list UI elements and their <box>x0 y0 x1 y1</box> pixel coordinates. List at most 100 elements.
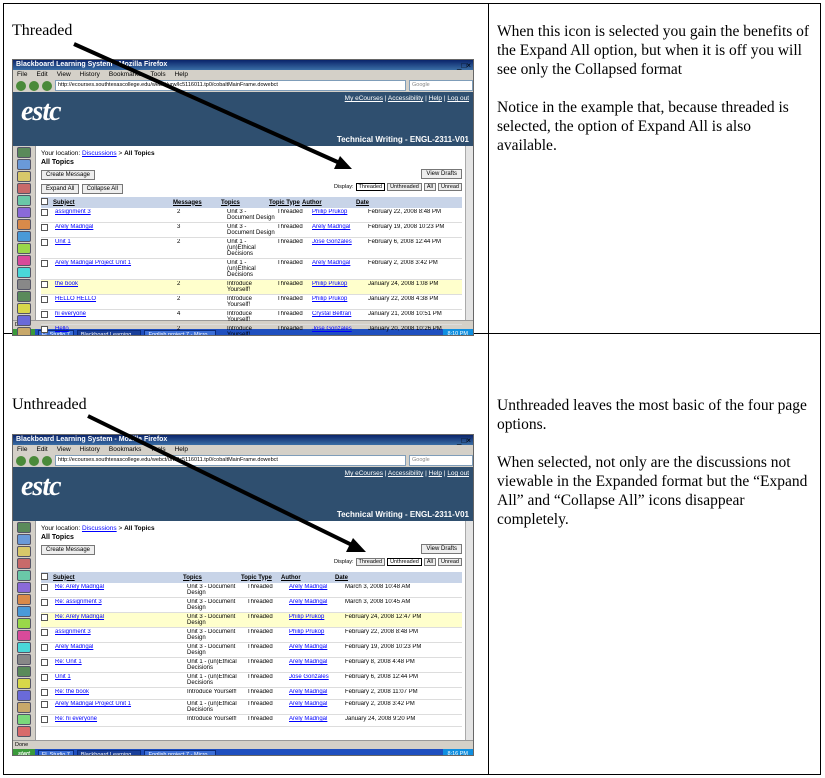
sidebar-tool-icon[interactable] <box>17 291 31 302</box>
menu-item-history[interactable]: History <box>80 71 100 78</box>
author-link[interactable]: Philip Prukop <box>289 614 345 626</box>
author-link[interactable]: Philip Prukop <box>289 629 345 641</box>
view-drafts-button[interactable]: View Drafts <box>421 544 462 554</box>
menu-item-bookmarks[interactable]: Bookmarks <box>109 446 142 453</box>
taskbar-item-fl-studio[interactable]: FL Studio 7 <box>37 749 74 755</box>
create-message-button[interactable]: Create Message <box>41 545 96 555</box>
checkbox-icon[interactable] <box>41 198 48 205</box>
row-checkbox[interactable] <box>41 584 55 596</box>
taskbar-item-blackboard[interactable]: Blackboard Learning ... <box>76 749 142 755</box>
close-icon[interactable]: × <box>466 61 471 70</box>
sidebar-tool-icon[interactable] <box>17 279 31 290</box>
column-header-author[interactable]: Author <box>281 575 335 581</box>
breadcrumb-link-discussions[interactable]: Discussions <box>82 150 117 157</box>
subject-link[interactable]: Re: Arely Madrigal <box>55 614 187 626</box>
sidebar-tool-icon[interactable] <box>17 183 31 194</box>
sidebar-tool-icon[interactable] <box>17 666 31 677</box>
checkbox-icon[interactable] <box>41 614 48 621</box>
subject-link[interactable]: Re: assignment 3 <box>55 599 187 611</box>
sidebar-tool-icon[interactable] <box>17 546 31 557</box>
sidebar-tool-icon[interactable] <box>17 219 31 230</box>
row-checkbox[interactable] <box>41 281 55 293</box>
author-link[interactable]: Arely Madrigal <box>312 260 368 278</box>
menu-item-history[interactable]: History <box>80 446 100 453</box>
sidebar-tool-icon[interactable] <box>17 267 31 278</box>
menu-item-bookmarks[interactable]: Bookmarks <box>109 71 142 78</box>
checkbox-icon[interactable] <box>41 644 48 651</box>
sidebar-tool-icon[interactable] <box>17 678 31 689</box>
sidebar-tool-icon[interactable] <box>17 654 31 665</box>
sidebar-tool-icon[interactable] <box>17 147 31 158</box>
top-link-log-out[interactable]: Log out <box>447 95 469 102</box>
subject-link[interactable]: Arely Madrigal Project Unit 1 <box>55 260 177 278</box>
author-link[interactable]: Arely Madrigal <box>289 659 345 671</box>
checkbox-icon[interactable] <box>41 716 48 723</box>
sidebar-tool-icon[interactable] <box>17 171 31 182</box>
sidebar-tool-icon[interactable] <box>17 618 31 629</box>
author-link[interactable]: Arely Madrigal <box>289 716 345 725</box>
checkbox-icon[interactable] <box>41 209 48 216</box>
select-all-checkbox[interactable] <box>41 198 53 207</box>
search-input[interactable]: Google <box>409 80 473 91</box>
forward-icon[interactable] <box>29 80 39 91</box>
sidebar-tool-icon[interactable] <box>17 255 31 266</box>
row-checkbox[interactable] <box>41 224 55 236</box>
row-checkbox[interactable] <box>41 209 55 221</box>
sidebar-tool-icon[interactable] <box>17 702 31 713</box>
row-checkbox[interactable] <box>41 644 55 656</box>
row-checkbox[interactable] <box>41 689 55 698</box>
author-link[interactable]: Philip Prukop <box>312 296 368 308</box>
vertical-scrollbar[interactable] <box>465 146 473 320</box>
top-link-my-ecourses[interactable]: My eCourses <box>345 95 383 102</box>
sidebar-tool-icon[interactable] <box>17 570 31 581</box>
checkbox-icon[interactable] <box>41 224 48 231</box>
sidebar-tool-icon[interactable] <box>17 642 31 653</box>
column-header-messages[interactable]: Messages <box>173 200 221 206</box>
menu-item-edit[interactable]: Edit <box>36 71 47 78</box>
vertical-scrollbar[interactable] <box>465 521 473 740</box>
column-header-topic-type[interactable]: Topic Type <box>241 575 281 581</box>
column-header-topics[interactable]: Topics <box>183 575 241 581</box>
author-link[interactable]: Arely Madrigal <box>289 701 345 713</box>
sidebar-tool-icon[interactable] <box>17 714 31 725</box>
row-checkbox[interactable] <box>41 311 55 323</box>
author-link[interactable]: Arely Madrigal <box>289 584 345 596</box>
menu-item-tools[interactable]: Tools <box>150 446 165 453</box>
menu-item-file[interactable]: File <box>17 446 27 453</box>
sidebar-tool-icon[interactable] <box>17 231 31 242</box>
address-bar[interactable]: http://ecourses.southtexascollege.edu/we… <box>55 455 406 466</box>
checkbox-icon[interactable] <box>41 674 48 681</box>
checkbox-icon[interactable] <box>41 239 48 246</box>
row-checkbox[interactable] <box>41 716 55 725</box>
author-link[interactable]: Philip Prukop <box>312 209 368 221</box>
menu-item-edit[interactable]: Edit <box>36 446 47 453</box>
checkbox-icon[interactable] <box>41 584 48 591</box>
menu-item-view[interactable]: View <box>57 446 71 453</box>
checkbox-icon[interactable] <box>41 311 48 318</box>
sidebar-tool-icon[interactable] <box>17 690 31 701</box>
sidebar-tool-icon[interactable] <box>17 195 31 206</box>
home-icon[interactable] <box>42 455 52 466</box>
column-header-date[interactable]: Date <box>335 575 415 581</box>
column-header-topics[interactable]: Topics <box>221 200 269 206</box>
menu-item-file[interactable]: File <box>17 71 27 78</box>
sidebar-tool-icon[interactable] <box>17 303 31 314</box>
subject-link[interactable]: Arely Madrigal <box>55 224 177 236</box>
sidebar-tool-icon[interactable] <box>17 606 31 617</box>
menu-item-view[interactable]: View <box>57 71 71 78</box>
column-header-subject[interactable]: Subject <box>53 200 173 206</box>
start-button[interactable]: start <box>13 749 35 755</box>
forward-icon[interactable] <box>29 455 39 466</box>
sidebar-tool-icon[interactable] <box>17 207 31 218</box>
subject-link[interactable]: Unit 1 <box>55 674 187 686</box>
author-link[interactable]: Arely Madrigal <box>312 224 368 236</box>
column-header-date[interactable]: Date <box>356 200 436 206</box>
sidebar-tool-icon[interactable] <box>17 315 31 326</box>
author-link[interactable]: Crystal Beltran <box>312 311 368 323</box>
sidebar-tool-icon[interactable] <box>17 159 31 170</box>
home-icon[interactable] <box>42 80 52 91</box>
author-link[interactable]: Arely Madrigal <box>289 599 345 611</box>
taskbar-item-word[interactable]: English project 7 - Micro... <box>144 749 217 755</box>
display-option-threaded[interactable]: Threaded <box>355 183 386 191</box>
menu-item-help[interactable]: Help <box>175 446 188 453</box>
